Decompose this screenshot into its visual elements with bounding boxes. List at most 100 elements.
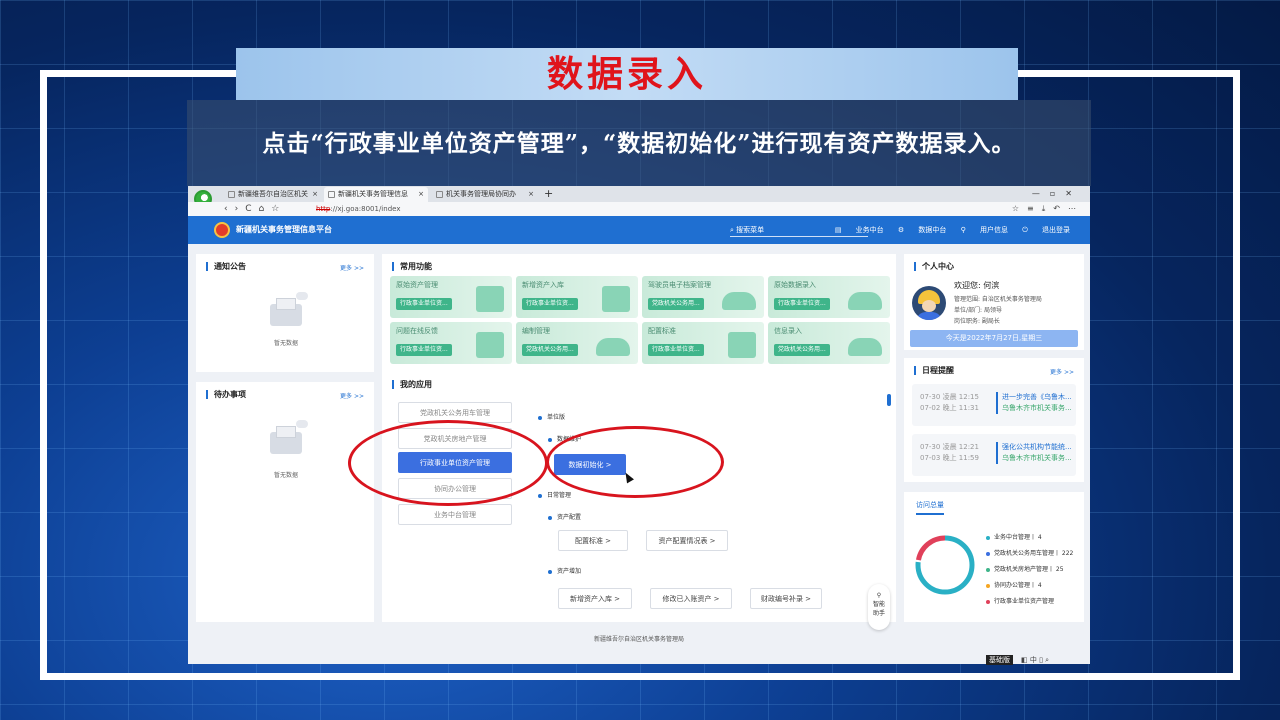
tile-tag: 党政机关公务用...: [648, 298, 704, 310]
search-placeholder: 搜索菜单: [736, 226, 765, 234]
date-bar: 今天是2022年7月27日,星期三: [910, 330, 1078, 347]
browser-tab-2[interactable]: 新疆机关事务管理信息 ×: [324, 187, 428, 202]
tile-tag: 行政事业单位资...: [522, 298, 578, 310]
legend-item: 党政机关房地产管理丨 25: [986, 564, 1064, 573]
schedule-org: 乌鲁木齐市机关事务...: [1002, 404, 1072, 412]
printer-icon: [602, 286, 630, 312]
nav-business[interactable]: ▤ 业务中台: [835, 226, 884, 234]
browser-tab-3[interactable]: 机关事务管理局协同办 ×: [432, 187, 538, 202]
nav-label: 用户信息: [980, 226, 1008, 234]
personal-title: 个人中心: [914, 262, 954, 271]
scrollbar[interactable]: [887, 394, 891, 406]
close-icon[interactable]: ×: [528, 187, 534, 202]
function-tile[interactable]: 配置标准 行政事业单位资...: [642, 322, 764, 364]
browser-tools[interactable]: ☆≡⤓↶⋯: [1012, 202, 1084, 216]
tile-title: 问题在线反馈: [396, 327, 438, 335]
nav-data[interactable]: ⚙ 数据中台: [898, 226, 947, 234]
nav-label: 业务中台: [855, 226, 884, 234]
close-icon[interactable]: ×: [418, 187, 424, 202]
schedule-more-link[interactable]: 更多 >>: [1050, 367, 1074, 376]
tile-title: 编制管理: [522, 327, 550, 335]
schedule-item[interactable]: 07-30 凌晨 12:21 07-03 晚上 11:59 强化公共机构节能统.…: [912, 434, 1076, 476]
function-tile[interactable]: 信息录入 党政机关公务用...: [768, 322, 890, 364]
allocation-table-button[interactable]: 资产配置情况表 >: [646, 530, 728, 551]
app-icon: [328, 191, 335, 198]
tile-tag: 党政机关公务用...: [522, 344, 578, 356]
empty-illustration: [264, 292, 308, 330]
assistant-label: 助手: [872, 610, 885, 617]
highlight-ellipse-init: [546, 426, 724, 498]
printer-icon: [476, 286, 504, 312]
function-tile[interactable]: 新增资产入库行政事业单位资...: [516, 276, 638, 318]
function-tile[interactable]: 编制管理党政机关公务用...: [516, 322, 638, 364]
slide-title-bar: 数据录入: [236, 48, 1018, 100]
legend-label: 协同办公管理丨 4: [994, 582, 1042, 589]
legend-label: 党政机关公务用车管理丨 222: [994, 550, 1074, 557]
printer-icon: [476, 332, 504, 358]
nav-label: 数据中台: [918, 226, 947, 234]
tile-tag: 行政事业单位资...: [396, 298, 452, 310]
assistant-button[interactable]: ⚲ 智能 助手: [868, 584, 890, 630]
page-footer: 新疆维吾尔自治区机关事务管理局: [593, 636, 684, 643]
legend-item: 业务中台管理丨 4: [986, 532, 1042, 541]
schedule-time: 07-02 晚上 11:31: [920, 404, 979, 412]
function-tile[interactable]: 原始数据录入 行政事业单位资...: [768, 276, 890, 318]
schedule-divider: [996, 442, 998, 464]
nav-logout[interactable]: ⏻ 退出登录: [1022, 226, 1070, 234]
tab-label: 新疆维吾尔自治区机关: [238, 190, 308, 198]
schedule-item[interactable]: 07-30 凌晨 12:15 07-02 晚上 11:31 进一步完善《乌鲁木.…: [912, 384, 1076, 426]
visits-title[interactable]: 访问总量: [916, 500, 944, 515]
legend-label: 业务中台管理丨 4: [994, 534, 1042, 541]
url-field[interactable]: http://xj.goa:8001/index: [316, 202, 400, 216]
car-icon: [848, 292, 882, 310]
window-controls[interactable]: —▫✕: [1032, 186, 1082, 201]
car-icon: [722, 292, 756, 310]
dept-text: 单位/部门: 局领导: [954, 307, 1002, 314]
browser-tab-1[interactable]: 新疆维吾尔自治区机关 ×: [224, 187, 322, 202]
tile-title: 原始资产管理: [396, 281, 438, 289]
tile-title: 新增资产入库: [522, 281, 564, 289]
fiscal-number-button[interactable]: 财政编号补录 >: [750, 588, 822, 609]
allocation-standard-button[interactable]: 配置标准 >: [558, 530, 628, 551]
common-functions-title: 常用功能: [392, 262, 432, 271]
new-asset-button[interactable]: 新增资产入库 >: [558, 588, 632, 609]
function-tile[interactable]: 原始资产管理行政事业单位资...: [390, 276, 512, 318]
nav-buttons[interactable]: ‹›C⌂☆: [224, 202, 286, 216]
car-icon: [596, 338, 630, 356]
avatar: [912, 286, 946, 320]
tab-label: 新疆机关事务管理信息: [338, 190, 408, 198]
legend-label: 行政事业单位资产管理: [994, 598, 1055, 605]
function-tile[interactable]: 驾驶员电子档案管理 党政机关公务用...: [642, 276, 764, 318]
todo-more-link[interactable]: 更多 >>: [340, 391, 364, 400]
legend-item: 协同办公管理丨 4: [986, 580, 1042, 589]
browser-screenshot: 新疆维吾尔自治区机关 × 新疆机关事务管理信息 × 机关事务管理局协同办 × +…: [188, 186, 1090, 664]
visits-donut-chart: [915, 535, 975, 595]
todo-empty: 暂无数据: [273, 472, 298, 479]
url-scheme: http: [316, 205, 331, 213]
visits-panel: 访问总量 业务中台管理丨 4 党政机关公务用车管理丨 222 党政机关房地产管理…: [904, 492, 1084, 622]
my-apps-title: 我的应用: [392, 380, 432, 389]
nav-user[interactable]: ⚲ 用户信息: [961, 226, 1008, 234]
tile-title: 原始数据录入: [774, 281, 816, 289]
url-text: ://xj.goa:8001/index: [330, 205, 401, 213]
nav-label: 退出登录: [1042, 226, 1070, 234]
todo-title: 待办事项: [206, 390, 246, 399]
schedule-title: 日程提醒: [914, 366, 954, 375]
notice-more-link[interactable]: 更多 >>: [340, 263, 364, 272]
position-text: 岗位职务: 副局长: [954, 318, 1000, 325]
modify-asset-button[interactable]: 修改已入账资产 >: [650, 588, 732, 609]
tree-addition: 资产增加: [548, 566, 581, 575]
tile-tag: 行政事业单位资...: [648, 344, 704, 356]
car-icon: [848, 338, 882, 356]
app-icon: [436, 191, 443, 198]
close-icon[interactable]: ×: [312, 187, 318, 202]
app-platform-button[interactable]: 业务中台管理: [398, 504, 512, 525]
app-header: 新疆机关事务管理信息平台 ⌕ 搜索菜单 ▤ 业务中台 ⚙ 数据中台 ⚲ 用户信息…: [188, 216, 1090, 244]
status-icons[interactable]: ◧ 中 ▯ ⌕: [1021, 656, 1049, 664]
base-version-badge[interactable]: 基础版: [986, 655, 1013, 665]
function-tile[interactable]: 问题在线反馈 行政事业单位资...: [390, 322, 512, 364]
tree-daily: 日常管理: [538, 490, 571, 499]
tree-allocation: 资产配置: [548, 512, 581, 521]
highlight-ellipse-apps: [348, 420, 548, 506]
new-tab-button[interactable]: +: [544, 186, 553, 201]
